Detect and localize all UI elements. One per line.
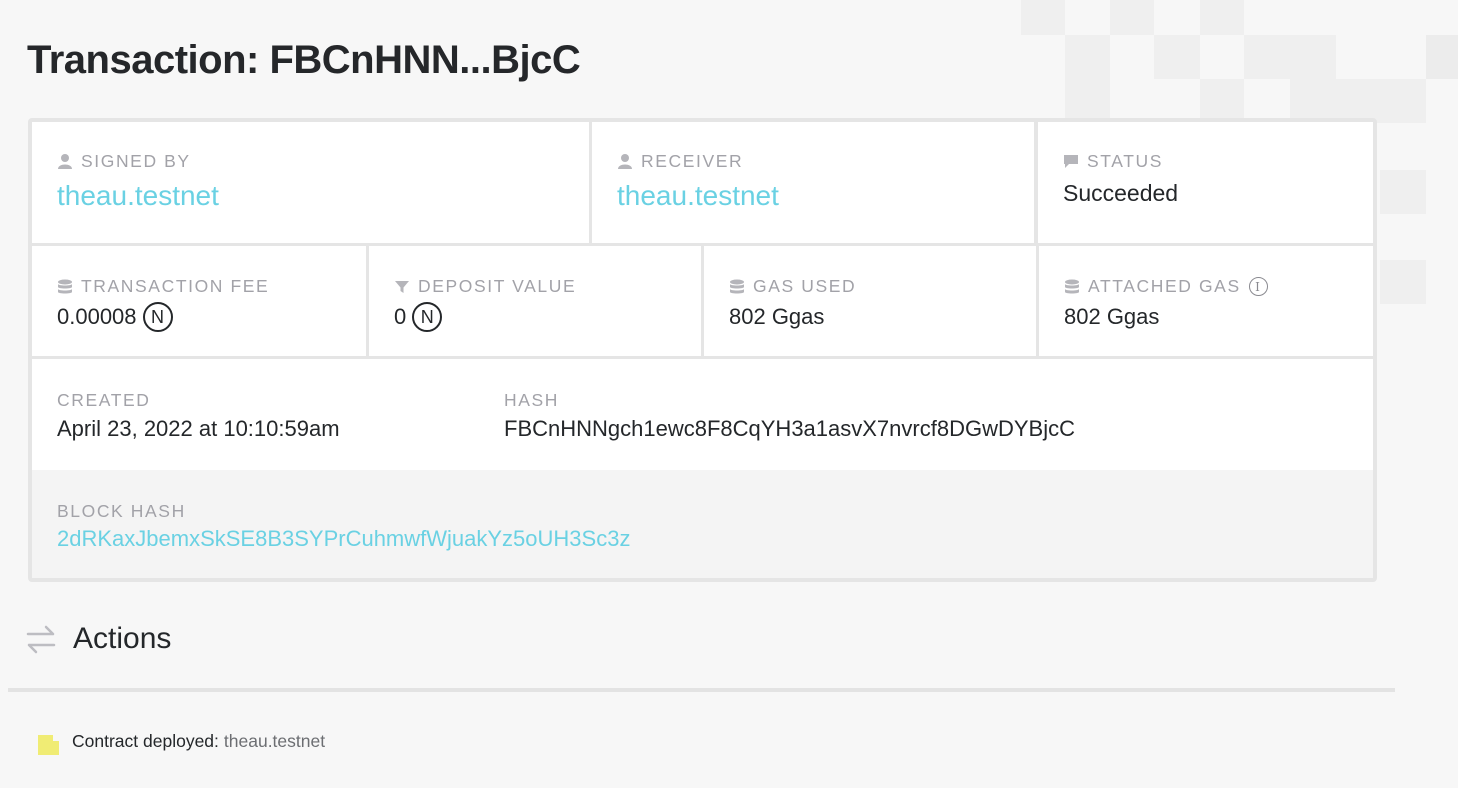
attached-gas-value: 802 Ggas bbox=[1064, 304, 1160, 329]
transaction-fee-value: 0.00008 N bbox=[57, 302, 173, 332]
block-hash-link[interactable]: 2dRKaxJbemxSkSE8B3SYPrCuhmwfWjuakYz5oUH3… bbox=[57, 526, 630, 552]
created-label: CREATED bbox=[57, 390, 151, 410]
attached-gas-cell: ATTACHED GAS i 802 Ggas bbox=[1039, 246, 1373, 356]
created-hash-row: CREATED April 23, 2022 at 10:10:59am HAS… bbox=[32, 359, 1373, 470]
signed-by-label: SIGNED BY bbox=[81, 151, 191, 171]
actions-title: Actions bbox=[73, 622, 172, 655]
action-text: Contract deployed: bbox=[72, 731, 219, 751]
comment-icon bbox=[1064, 155, 1078, 168]
database-icon bbox=[730, 279, 744, 293]
transaction-fee-cell: TRANSACTION FEE 0.00008 N bbox=[32, 246, 366, 356]
user-icon bbox=[618, 154, 632, 169]
database-icon bbox=[58, 279, 72, 293]
action-account-link[interactable]: theau.testnet bbox=[224, 731, 325, 752]
block-hash-row: BLOCK HASH 2dRKaxJbemxSkSE8B3SYPrCuhmwfW… bbox=[32, 470, 1373, 578]
gas-used-label: GAS USED bbox=[753, 276, 857, 296]
deposit-amount: 0 bbox=[394, 304, 407, 329]
hash-label: HASH bbox=[504, 390, 560, 410]
receiver-link[interactable]: theau.testnet bbox=[617, 180, 779, 212]
user-icon bbox=[58, 154, 72, 169]
attached-gas-label: ATTACHED GAS bbox=[1088, 276, 1241, 296]
deploy-contract-icon bbox=[38, 734, 59, 755]
created-value: April 23, 2022 at 10:10:59am bbox=[57, 416, 340, 441]
signed-by-link[interactable]: theau.testnet bbox=[57, 180, 219, 212]
deposit-value: 0 N bbox=[394, 302, 443, 332]
status-cell: STATUS Succeeded bbox=[1038, 122, 1373, 243]
hash-value: FBCnHNNgch1ewc8F8CqYH3a1asvX7nvrcf8DGwDY… bbox=[504, 416, 1075, 441]
actions-header: Actions bbox=[26, 622, 171, 656]
transaction-details-card: SIGNED BY theau.testnet RECEIVER theau.t… bbox=[28, 118, 1377, 582]
section-divider bbox=[8, 688, 1395, 692]
receiver-cell: RECEIVER theau.testnet bbox=[592, 122, 1034, 243]
page-title: Transaction: FBCnHNN...BjcC bbox=[27, 38, 581, 82]
gas-used-value: 802 Ggas bbox=[729, 304, 825, 329]
deposit-value-cell: DEPOSIT VALUE 0 N bbox=[369, 246, 701, 356]
info-icon[interactable]: i bbox=[1248, 277, 1268, 296]
near-token-icon: N bbox=[412, 302, 443, 332]
gas-used-cell: GAS USED 802 Ggas bbox=[704, 246, 1036, 356]
transfer-arrows-icon bbox=[26, 625, 56, 654]
database-icon bbox=[1065, 279, 1079, 293]
filter-icon bbox=[395, 280, 409, 293]
block-hash-label: BLOCK HASH bbox=[57, 501, 186, 521]
status-value: Succeeded bbox=[1063, 180, 1179, 206]
transaction-fee-amount: 0.00008 bbox=[57, 304, 137, 329]
deposit-value-label: DEPOSIT VALUE bbox=[418, 276, 577, 296]
transaction-fee-label: TRANSACTION FEE bbox=[81, 276, 270, 296]
receiver-label: RECEIVER bbox=[641, 151, 744, 171]
status-label: STATUS bbox=[1087, 151, 1164, 171]
near-token-icon: N bbox=[142, 302, 173, 332]
signed-by-cell: SIGNED BY theau.testnet bbox=[32, 122, 589, 243]
transaction-page: Transaction: FBCnHNN...BjcC SIGNED BY th… bbox=[0, 0, 1458, 788]
action-item: Contract deployed: theau.testnet bbox=[38, 731, 325, 755]
